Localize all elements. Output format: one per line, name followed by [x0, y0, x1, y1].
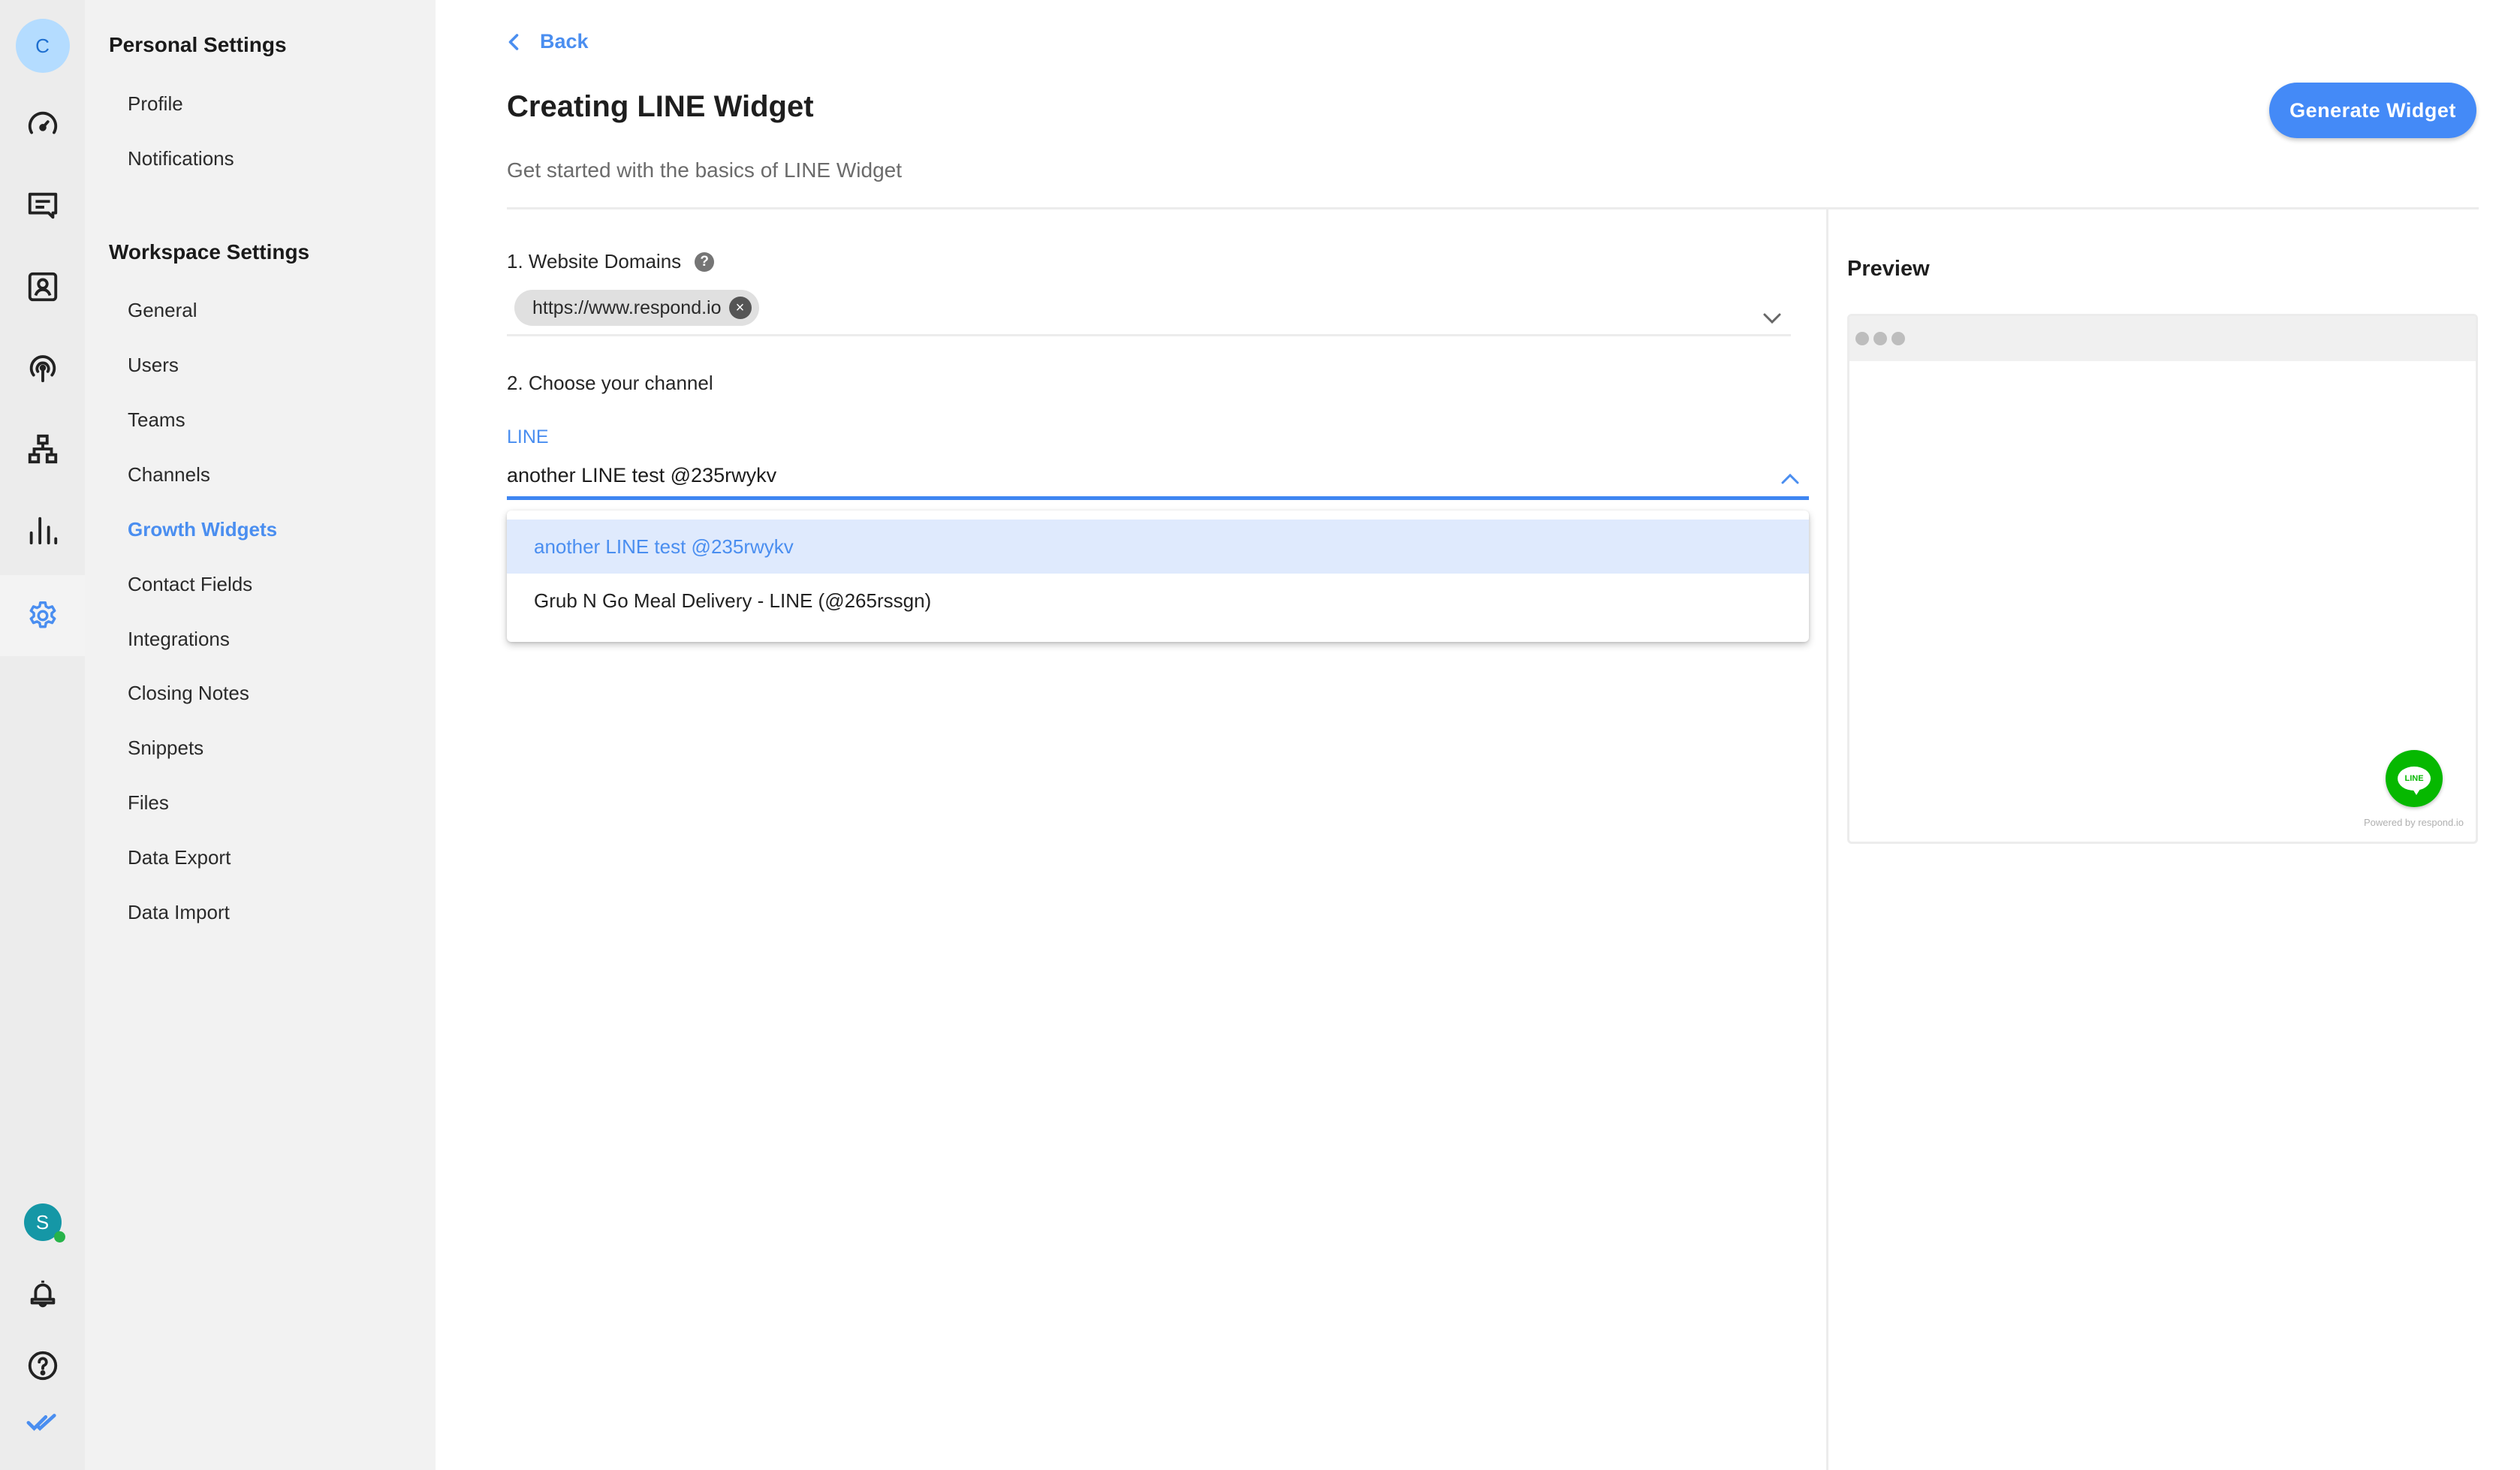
back-label: Back [540, 30, 589, 53]
domain-chip: https://www.respond.io × [514, 290, 759, 326]
domain-chip-label: https://www.respond.io [532, 297, 722, 318]
settings-icon [29, 601, 56, 628]
powered-by-label: Powered by respond.io [2364, 817, 2464, 828]
chip-remove-icon[interactable]: × [728, 297, 752, 319]
choose-channel-label-text: 2. Choose your channel [507, 372, 713, 394]
nav-reports[interactable] [0, 489, 85, 571]
settings-item-integrations[interactable]: Integrations [128, 628, 230, 651]
notifications-icon [30, 1280, 55, 1308]
preview-heading: Preview [1847, 257, 1930, 281]
channel-option[interactable]: Grub N Go Meal Delivery - LINE (@265rssg… [507, 574, 1809, 628]
help-icon [28, 1351, 57, 1381]
preview-browser-bar [1849, 316, 2476, 361]
contacts-icon [28, 272, 57, 302]
logo-button[interactable] [0, 1382, 85, 1463]
window-dot [1873, 332, 1887, 345]
workspace-avatar: C [15, 19, 70, 73]
settings-item-general[interactable]: General [128, 299, 197, 322]
settings-item-files[interactable]: Files [128, 791, 169, 815]
settings-item-snippets[interactable]: Snippets [128, 737, 203, 760]
icon-rail: C S [0, 0, 85, 1470]
main-content: Back Creating LINE Widget Get started wi… [436, 0, 2520, 1470]
nav-dashboard[interactable] [0, 84, 85, 165]
channel-field-label: LINE [507, 426, 549, 447]
channel-option[interactable]: another LINE test @235rwykv [507, 520, 1809, 574]
settings-item-contact-fields[interactable]: Contact Fields [128, 573, 252, 596]
website-domains-label: 1. Website Domains ? [507, 250, 715, 273]
nav-broadcasts[interactable] [0, 327, 85, 408]
page-title: Creating LINE Widget [507, 90, 814, 123]
broadcast-icon [29, 355, 56, 383]
chevron-down-icon[interactable] [1762, 312, 1782, 324]
channel-select[interactable]: another LINE test @235rwykv [507, 459, 1809, 500]
back-link[interactable]: Back [507, 30, 589, 53]
workspace-avatar-button[interactable]: C [0, 5, 85, 86]
online-status-dot [53, 1231, 65, 1243]
workspace-settings-heading: Workspace Settings [109, 240, 310, 264]
header-divider [507, 207, 2479, 209]
logo-icon [26, 1414, 56, 1431]
user-initial: S [35, 1210, 50, 1234]
settings-item-notifications[interactable]: Notifications [128, 147, 234, 170]
settings-item-data-export[interactable]: Data Export [128, 846, 231, 869]
messages-icon [28, 192, 57, 219]
line-chat-icon: LINE [2398, 767, 2431, 795]
notifications-button[interactable] [0, 1253, 85, 1334]
user-avatar-button[interactable]: S [0, 1182, 85, 1263]
widget-preview-frame: LINE Powered by respond.io [1847, 314, 2478, 844]
workflows-icon [28, 434, 57, 464]
settings-item-users[interactable]: Users [128, 354, 179, 377]
generate-widget-button[interactable]: Generate Widget [2269, 83, 2476, 138]
personal-settings-heading: Personal Settings [109, 33, 287, 56]
column-divider [1826, 209, 1828, 1470]
settings-item-channels[interactable]: Channels [128, 463, 210, 486]
website-domains-input[interactable]: https://www.respond.io × [507, 285, 1791, 336]
reports-icon [29, 517, 57, 545]
nav-settings[interactable] [0, 575, 85, 656]
settings-item-growth-widgets[interactable]: Growth Widgets [128, 518, 277, 541]
nav-contacts[interactable] [0, 246, 85, 327]
channel-select-value: another LINE test @235rwykv [507, 464, 777, 486]
page-subtitle: Get started with the basics of LINE Widg… [507, 158, 903, 182]
settings-panel: Personal Settings Profile Notifications … [85, 0, 436, 1470]
website-domains-label-text: 1. Website Domains [507, 250, 682, 273]
chevron-up-icon[interactable] [1780, 473, 1800, 485]
line-widget-button[interactable]: LINE [2386, 750, 2443, 807]
settings-item-closing-notes[interactable]: Closing Notes [128, 682, 249, 705]
dashboard-icon [28, 111, 57, 134]
window-dot [1855, 332, 1869, 345]
settings-item-teams[interactable]: Teams [128, 408, 185, 432]
choose-channel-label: 2. Choose your channel [507, 372, 713, 395]
window-dot [1892, 332, 1905, 345]
nav-messages[interactable] [0, 165, 85, 246]
settings-item-data-import[interactable]: Data Import [128, 901, 230, 924]
chevron-left-icon [508, 33, 519, 50]
channel-dropdown-menu: another LINE test @235rwykv Grub N Go Me… [507, 511, 1809, 642]
settings-item-profile[interactable]: Profile [128, 92, 183, 116]
help-circle-icon[interactable]: ? [695, 252, 715, 272]
nav-workflows[interactable] [0, 408, 85, 489]
user-avatar: S [23, 1203, 65, 1243]
